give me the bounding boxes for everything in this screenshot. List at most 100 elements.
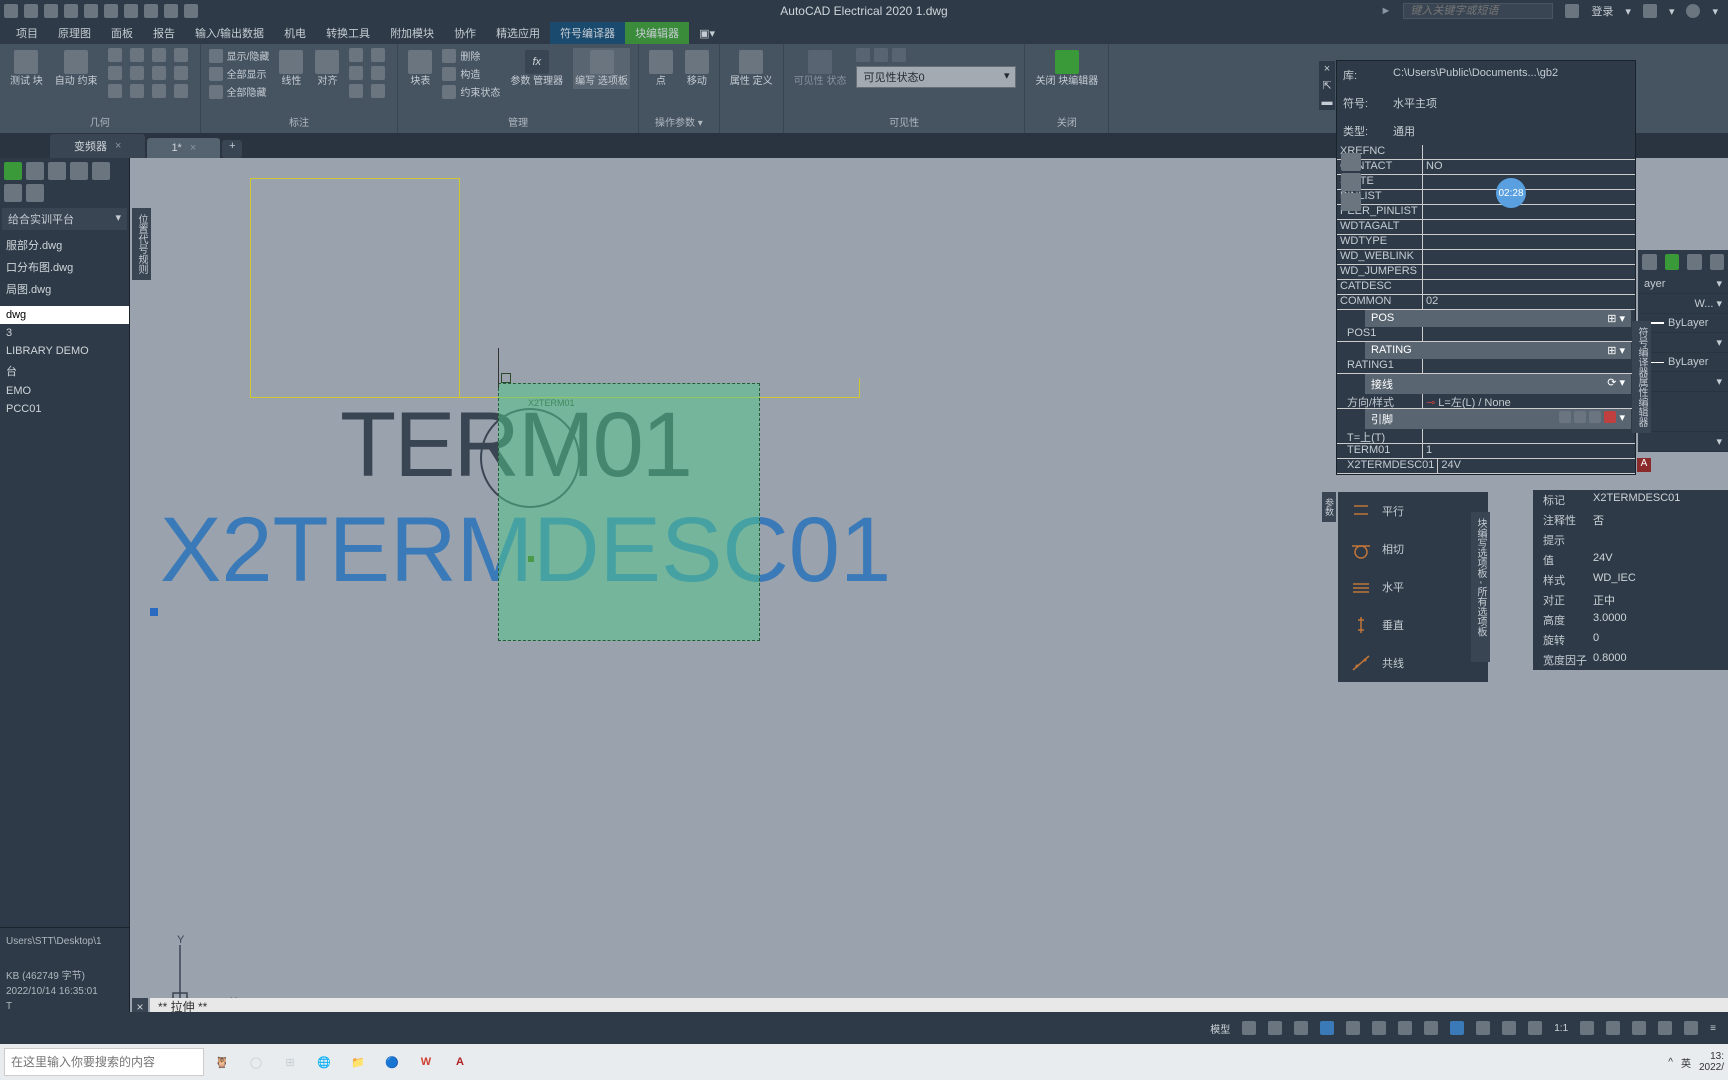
geo-icon-4[interactable] (174, 48, 188, 62)
geo-icon-10[interactable] (130, 84, 144, 98)
tool-icon-2[interactable] (26, 162, 44, 180)
status-dyn-icon[interactable] (1394, 1019, 1416, 1037)
author-palette-button[interactable]: 编写 选项板 (573, 48, 630, 89)
layer-row[interactable]: ayer▾ (1638, 274, 1728, 294)
taskview-icon[interactable]: ⊞ (274, 1046, 306, 1078)
search-input[interactable] (1403, 3, 1553, 19)
tool-icon-6[interactable] (4, 184, 22, 202)
dim-icon-2[interactable] (371, 48, 385, 62)
tree-item[interactable]: LIBRARY DEMO (0, 342, 129, 360)
status-anno-icon[interactable] (1498, 1019, 1520, 1037)
geo-icon-9[interactable] (108, 84, 122, 98)
layer-icon-1[interactable] (1642, 254, 1657, 270)
pin-panel-icon[interactable]: ⇱ (1319, 77, 1335, 94)
tree-item[interactable]: 局图.dwg (0, 278, 129, 300)
tool-icon-3[interactable] (48, 162, 66, 180)
geo-icon-6[interactable] (130, 66, 144, 80)
print-icon[interactable] (104, 4, 118, 18)
tool-icon-4[interactable] (70, 162, 88, 180)
draw-tangent[interactable]: 相切 (1338, 530, 1488, 568)
palette-icon-3[interactable] (1341, 193, 1361, 211)
palette-icon-1[interactable] (1341, 153, 1361, 171)
menu-reports[interactable]: 报告 (143, 22, 185, 44)
circle-icon[interactable]: ◯ (240, 1046, 272, 1078)
help-dropdown[interactable]: ▾ (1712, 5, 1718, 18)
status-ortho-icon[interactable] (1290, 1019, 1312, 1037)
cortana-icon[interactable]: 🦉 (206, 1046, 238, 1078)
grip-handle[interactable] (150, 608, 158, 616)
status-sel-icon[interactable] (1472, 1019, 1494, 1037)
tree-item-selected[interactable]: dwg (0, 306, 129, 324)
dim-icon-1[interactable] (349, 48, 363, 62)
geo-icon-8[interactable] (174, 66, 188, 80)
close-editor-button[interactable]: 关闭 块编辑器 (1033, 48, 1100, 89)
ime-label[interactable]: 英 (1681, 1055, 1691, 1070)
status-model[interactable]: 模型 (1206, 1019, 1234, 1038)
close-panel-icon[interactable]: × (1319, 61, 1335, 77)
login-label[interactable]: 登录 (1591, 3, 1613, 19)
dim-icon-6[interactable] (371, 84, 385, 98)
project-combo[interactable]: 给合实训平台▾ (2, 208, 127, 230)
menu-featured[interactable]: 精选应用 (486, 22, 550, 44)
login-dropdown[interactable]: ▾ (1625, 5, 1631, 18)
geo-icon-7[interactable] (152, 66, 166, 80)
side-tab-pos-rules[interactable]: 位置代号规则 (132, 208, 151, 280)
status-max-icon[interactable] (1654, 1019, 1676, 1037)
tab-1[interactable]: 1*× (147, 138, 220, 158)
min-panel-icon[interactable]: ▬ (1319, 94, 1335, 110)
tool-icon-5[interactable] (92, 162, 110, 180)
edge-icon[interactable]: 🌐 (308, 1046, 340, 1078)
attdef-button[interactable]: 属性 定义 (728, 48, 775, 89)
layer-row[interactable]: ▾ (1638, 432, 1728, 452)
new-icon[interactable] (44, 4, 58, 18)
undo-icon[interactable] (64, 4, 78, 18)
pin-tools[interactable]: ▾ (1559, 411, 1625, 427)
menu-em[interactable]: 机电 (274, 22, 316, 44)
rating-tools[interactable]: ⊞ ▾ (1607, 344, 1625, 357)
status-gear-icon[interactable] (1576, 1019, 1598, 1037)
wire-tools[interactable]: ⟳ ▾ (1607, 376, 1625, 392)
layer-row[interactable]: W... ▾ (1638, 294, 1728, 314)
move-button[interactable]: 移动 (683, 48, 711, 89)
status-iso-icon[interactable] (1628, 1019, 1650, 1037)
acad-badge[interactable]: A (1637, 458, 1651, 472)
constraint-status[interactable]: 约束状态 (442, 84, 500, 99)
status-polar-icon[interactable] (1316, 1019, 1338, 1037)
geo-icon-3[interactable] (152, 48, 166, 62)
palette-side-tab-params[interactable]: 参数 (1322, 492, 1336, 522)
draw-vertical[interactable]: 垂直 (1338, 606, 1488, 644)
status-plus-icon[interactable] (1602, 1019, 1624, 1037)
panel1-side-label[interactable]: 符号编译器属性编辑器 (1632, 321, 1651, 433)
draw-collinear[interactable]: 共线 (1338, 644, 1488, 682)
layer-row[interactable]: ▾ (1638, 372, 1728, 392)
tab-vfd[interactable]: 变频器× (50, 134, 145, 158)
tree-item[interactable]: 3 (0, 324, 129, 342)
signin-icon[interactable] (1565, 4, 1579, 18)
menu-io[interactable]: 输入/输出数据 (185, 22, 274, 44)
menu-play-icon[interactable]: ▣▾ (689, 24, 725, 43)
tree-item[interactable]: 服部分.dwg (0, 234, 129, 256)
menu-panel[interactable]: 面板 (101, 22, 143, 44)
point-button[interactable]: 点 (647, 48, 675, 89)
status-snap-icon[interactable] (1264, 1019, 1286, 1037)
taskbar-search[interactable] (4, 1048, 204, 1076)
layer-row[interactable]: ByLayer (1638, 314, 1728, 333)
geo-icon-1[interactable] (108, 48, 122, 62)
dim-icon-5[interactable] (349, 84, 363, 98)
geo-icon-12[interactable] (174, 84, 188, 98)
tree-item[interactable]: PCC01 (0, 400, 129, 418)
menu-addins[interactable]: 附加模块 (380, 22, 444, 44)
xchange-dropdown[interactable]: ▾ (1669, 5, 1675, 18)
linear-button[interactable]: 线性 (277, 48, 305, 89)
status-trans-icon[interactable] (1446, 1019, 1468, 1037)
save-icon[interactable] (24, 4, 38, 18)
status-grid-icon[interactable] (1238, 1019, 1260, 1037)
share-icon[interactable] (184, 4, 198, 18)
menu-collab[interactable]: 协作 (444, 22, 486, 44)
tree-item[interactable]: EMO (0, 382, 129, 400)
layer-row[interactable]: ByLayer (1638, 353, 1728, 372)
close-icon[interactable]: × (190, 142, 196, 154)
layer-icon-3[interactable] (1687, 254, 1702, 270)
aligned-button[interactable]: 对齐 (313, 48, 341, 89)
open-icon[interactable] (124, 4, 138, 18)
